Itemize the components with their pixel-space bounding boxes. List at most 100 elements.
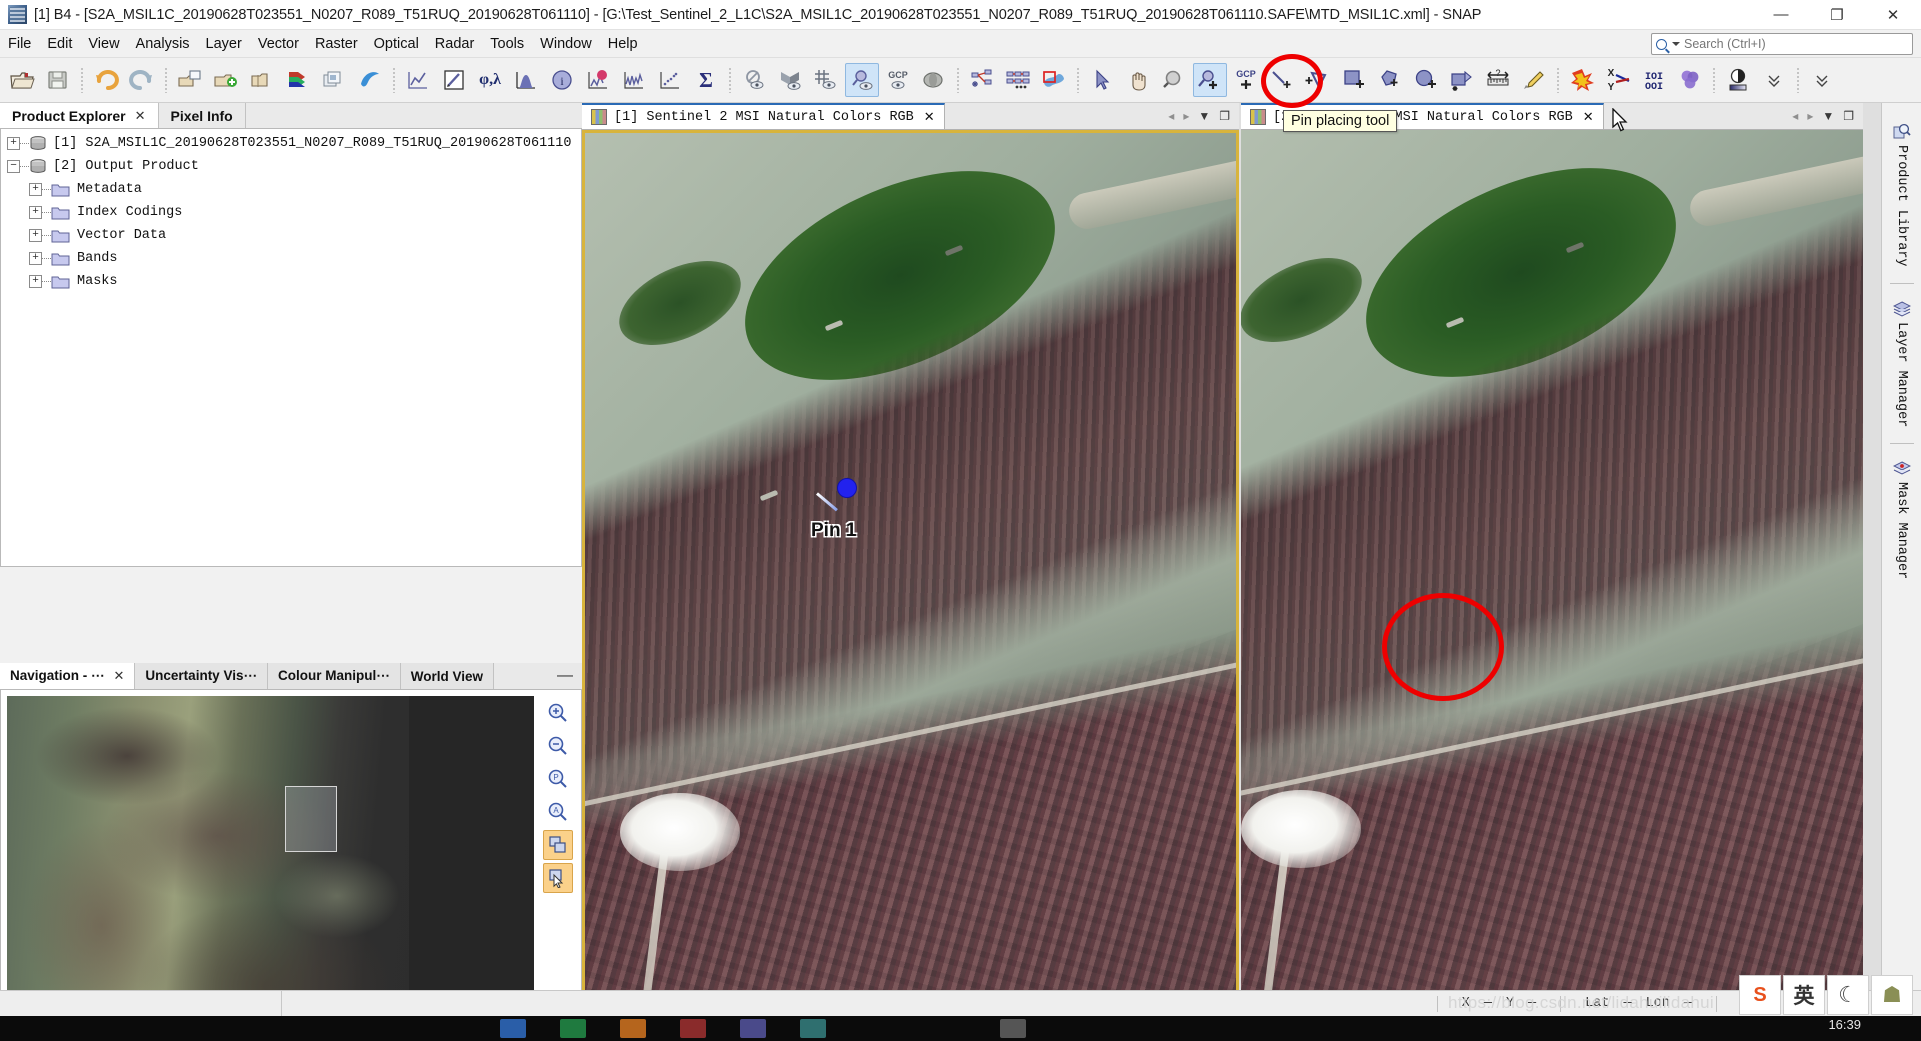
close-icon[interactable]: ✕ (135, 108, 146, 124)
next-tab-icon[interactable]: ▸ (1183, 109, 1189, 123)
sidebar-item-product-library[interactable]: Product Library (1889, 111, 1915, 279)
maximize-view-icon[interactable]: ❐ (1843, 109, 1854, 123)
rectangle-drawing-tool-icon[interactable] (1337, 63, 1371, 97)
taskbar-item[interactable] (800, 1019, 826, 1038)
overflow-chevron-icon[interactable] (1757, 63, 1791, 97)
menu-help[interactable]: Help (600, 33, 646, 55)
statistics-icon[interactable]: Σ (689, 63, 723, 97)
range-finder-icon[interactable]: ? (1481, 63, 1515, 97)
ime-moon-icon[interactable]: ☾ (1827, 975, 1869, 1015)
line-drawing-tool-icon[interactable] (1265, 63, 1299, 97)
open-product-icon[interactable] (5, 63, 39, 97)
xy-correlation-icon[interactable]: XY (1601, 63, 1635, 97)
pin-overlay-icon[interactable] (845, 63, 879, 97)
undo-icon[interactable] (89, 63, 123, 97)
gcp-placing-tool-icon[interactable]: GCP (1229, 63, 1263, 97)
colour-manipulation-icon[interactable] (281, 63, 315, 97)
spectrum-view-icon[interactable] (581, 63, 615, 97)
ime-sogou-icon[interactable]: S (1739, 975, 1781, 1015)
tree-row-metadata[interactable]: + Metadata (1, 178, 581, 201)
subset-icon[interactable] (1037, 63, 1071, 97)
tab-list-dropdown-icon[interactable]: ▼ (1822, 109, 1834, 123)
open-hsv-image-view-icon[interactable] (245, 63, 279, 97)
expand-icon[interactable]: + (29, 229, 42, 242)
menu-analysis[interactable]: Analysis (128, 33, 198, 55)
ellipse-drawing-tool-icon[interactable] (1409, 63, 1443, 97)
mask-overlay-icon[interactable] (917, 63, 951, 97)
close-icon[interactable]: ✕ (924, 110, 935, 125)
scatter-plot-icon[interactable] (653, 63, 687, 97)
no-data-overlay-icon[interactable] (737, 63, 771, 97)
menu-layer[interactable]: Layer (198, 33, 250, 55)
next-tab-icon[interactable]: ▸ (1807, 109, 1813, 123)
collapse-icon[interactable]: − (7, 160, 20, 173)
maximize-view-icon[interactable]: ❐ (1219, 109, 1230, 123)
pin-placing-tool-icon[interactable] (1193, 63, 1227, 97)
sidebar-item-mask-manager[interactable]: Mask Manager (1889, 448, 1915, 591)
tree-row-masks[interactable]: + Masks (1, 270, 581, 293)
phi-lambda-icon[interactable]: φ,λ (473, 63, 507, 97)
tab-world-view[interactable]: World View (400, 663, 494, 689)
minimize-panel-button[interactable]: — (548, 663, 582, 689)
image-canvas-1[interactable]: Pin 1 (582, 130, 1239, 1016)
wave-icon[interactable] (353, 63, 387, 97)
polyline-drawing-tool-icon[interactable] (1301, 63, 1335, 97)
navigation-viewport-box[interactable] (285, 786, 337, 852)
zoom-out-button[interactable] (543, 731, 573, 761)
tab-navigation[interactable]: Navigation - ⋯ ✕ (0, 663, 136, 689)
synchronise-cursors-button[interactable] (543, 863, 573, 893)
information-icon[interactable]: i (545, 63, 579, 97)
tab-uncertainty-visualisation[interactable]: Uncertainty Vis⋯ (135, 663, 268, 689)
search-input[interactable] (1684, 37, 1912, 51)
sidebar-item-layer-manager[interactable]: Layer Manager (1889, 288, 1915, 439)
zoom-in-button[interactable] (543, 698, 573, 728)
taskbar-item[interactable] (560, 1019, 586, 1038)
close-icon[interactable]: ✕ (1583, 110, 1594, 125)
selection-tool-icon[interactable] (1085, 63, 1119, 97)
contrast-icon[interactable] (1721, 63, 1755, 97)
previous-tab-icon[interactable]: ◂ (1168, 109, 1174, 123)
taskbar-item[interactable] (1000, 1019, 1026, 1038)
close-icon[interactable]: ✕ (114, 668, 125, 684)
zoom-all-button[interactable]: A (543, 797, 573, 827)
menu-window[interactable]: Window (532, 33, 600, 55)
tab-product-explorer[interactable]: Product Explorer ✕ (0, 103, 159, 128)
expand-icon[interactable]: + (29, 206, 42, 219)
overflow-chevron-2-icon[interactable] (1805, 63, 1839, 97)
time-series-icon[interactable] (617, 63, 651, 97)
menu-raster[interactable]: Raster (307, 33, 366, 55)
menu-vector[interactable]: Vector (250, 33, 307, 55)
graph-builder-icon[interactable] (965, 63, 999, 97)
edit-icon[interactable] (437, 63, 471, 97)
taskbar-item[interactable] (680, 1019, 706, 1038)
open-image-view-icon[interactable] (173, 63, 207, 97)
binary-icon[interactable]: IOI OOI (1637, 63, 1671, 97)
polygon-drawing-tool-icon[interactable] (1373, 63, 1407, 97)
maximize-button[interactable]: ❐ (1809, 0, 1865, 30)
colour-star-icon[interactable] (1565, 63, 1599, 97)
redo-icon[interactable] (125, 63, 159, 97)
gcp-overlay-icon[interactable]: GCP (881, 63, 915, 97)
taskbar-item[interactable] (620, 1019, 646, 1038)
tree-row-index-codings[interactable]: + Index Codings (1, 201, 581, 224)
graticule-overlay-icon[interactable] (773, 63, 807, 97)
tab-pixel-info[interactable]: Pixel Info (158, 103, 246, 128)
expand-icon[interactable]: + (7, 137, 20, 150)
synchronise-views-button[interactable] (543, 830, 573, 860)
profile-plot-icon[interactable] (401, 63, 435, 97)
minimize-button[interactable]: — (1753, 0, 1809, 30)
zoom-to-pixel-resolution-button[interactable]: P (543, 764, 573, 794)
expand-icon[interactable]: + (29, 275, 42, 288)
zoom-tool-icon[interactable] (1157, 63, 1191, 97)
search-box[interactable] (1651, 33, 1913, 55)
batch-processing-icon[interactable] (1001, 63, 1035, 97)
previous-tab-icon[interactable]: ◂ (1792, 109, 1798, 123)
expand-icon[interactable]: + (29, 183, 42, 196)
menu-edit[interactable]: Edit (39, 33, 80, 55)
tree-row-vector-data[interactable]: + Vector Data (1, 224, 581, 247)
menu-optical[interactable]: Optical (366, 33, 427, 55)
open-rgb-image-view-icon[interactable] (209, 63, 243, 97)
save-product-icon[interactable] (41, 63, 75, 97)
grid-overlay-icon[interactable] (809, 63, 843, 97)
tab-image-view-1[interactable]: [1] Sentinel 2 MSI Natural Colors RGB ✕ (582, 103, 945, 129)
